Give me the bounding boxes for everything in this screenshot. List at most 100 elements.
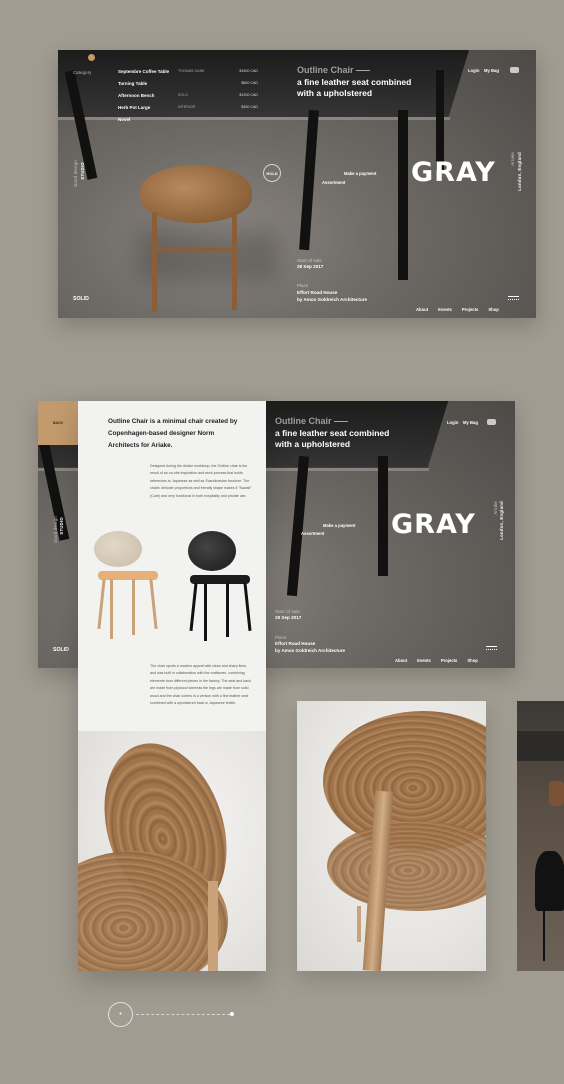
table-leg	[398, 110, 408, 280]
place-value: Effort Road House	[297, 290, 338, 295]
nav-link-about[interactable]: About	[416, 307, 428, 312]
closeup-tile	[297, 701, 486, 971]
menu-dot-icon[interactable]	[88, 54, 95, 61]
closeup-chair-seat	[327, 821, 486, 911]
login-link[interactable]: Login	[447, 420, 458, 425]
table-leg	[436, 70, 444, 170]
menu-item[interactable]: Septembre Coffee Table THOMAS GANE $1500 C…	[118, 65, 258, 77]
right-vertical-2: London, England	[499, 501, 504, 540]
right-vertical-text: Ariake	[510, 152, 515, 166]
left-vertical-1: Good design	[73, 160, 78, 188]
menu-item[interactable]: Novel	[118, 113, 258, 125]
signature-icon	[508, 296, 519, 300]
chair-black-seat	[190, 575, 250, 584]
nav-link-events[interactable]: Events	[438, 307, 452, 312]
chair-black-leg	[243, 583, 252, 631]
chair-beige-leg	[110, 579, 113, 639]
table-leg	[299, 109, 319, 251]
assortment-link[interactable]: Assortment	[322, 180, 345, 185]
chair-leg	[152, 212, 157, 312]
footer-nav: About Events Projects Shop	[406, 298, 499, 316]
lead-line-1: a fine leather seat combined	[297, 77, 412, 87]
hold-button[interactable]: HOLD	[263, 164, 281, 182]
left-vertical-1: Good design	[53, 516, 58, 544]
chair-beige-leg	[97, 579, 106, 629]
menu-item-name: Herb Pot Large	[118, 104, 151, 110]
pager-end-dot[interactable]	[230, 1012, 234, 1016]
back-button[interactable]: BACK	[38, 401, 78, 445]
bag-icon[interactable]	[487, 419, 496, 425]
menu-item-price: $300 CAD	[241, 105, 258, 109]
title-dash	[334, 421, 348, 422]
lead-line-2: with a upholstered	[275, 439, 351, 449]
nav-link-events[interactable]: Events	[417, 658, 431, 663]
edge-tile	[517, 701, 564, 971]
intro-text: Outline Chair is a minimal chair created…	[108, 418, 238, 449]
login-link[interactable]: Login	[468, 68, 479, 73]
my-bag-link[interactable]: My Bag	[463, 420, 478, 425]
pager-track	[136, 1014, 230, 1015]
brand-logo[interactable]: SOLID	[73, 296, 89, 302]
chair-black-leg	[226, 583, 229, 637]
right-vertical-2: London, England	[517, 152, 522, 191]
table-leg	[378, 456, 388, 576]
floor-shadow	[138, 230, 278, 280]
chair-black-image	[184, 531, 254, 646]
right-vertical-text-2: London, England	[517, 152, 522, 191]
lead-text: a fine leather seat combined with a upho…	[275, 428, 389, 450]
menu-label: Category	[73, 70, 92, 75]
menu-item-price: $1500 CAD	[239, 69, 258, 73]
chair-leg	[157, 248, 233, 251]
right-vertical-1: Ariake	[493, 501, 498, 515]
ghost-title: Outline Chair	[275, 416, 332, 426]
lead-line-1: a fine leather seat combined	[275, 428, 390, 438]
make-payment-link[interactable]: Make a payment	[344, 171, 376, 176]
architect-value: by Amos Goldreich Architecture	[275, 648, 346, 653]
edge-tile-chair	[535, 851, 564, 911]
date-value: 28 Sep 2017	[297, 264, 324, 269]
brand-logo[interactable]: SOLID	[53, 647, 69, 653]
right-vertical-text-2: London, England	[499, 501, 504, 540]
lead-line-2: with a upholstered	[297, 88, 373, 98]
footer-nav: About Events Projects Shop	[385, 649, 478, 667]
menu-item-price: $800 CAD	[241, 81, 258, 85]
menu-item[interactable]: Herb Pot Large INTERIOR $300 CAD	[118, 101, 258, 113]
chair-black-back	[188, 531, 236, 571]
architect-value: by Amos Goldreich Architecture	[297, 297, 368, 302]
menu-item-category: THOMAS GANE	[178, 69, 205, 73]
menu-item-name: Novel	[118, 116, 131, 122]
left-vertical-text-2: STUDIO	[59, 517, 64, 535]
nav-link-projects[interactable]: Projects	[462, 307, 479, 312]
menu-item-category: SOLD	[178, 93, 188, 97]
pager-current-dot: •	[119, 1011, 122, 1018]
menu-item-price: $1200 CAD	[239, 93, 258, 97]
chair-beige-image	[92, 531, 162, 646]
menu-item-name: Turning Table	[118, 80, 148, 86]
nav-link-shop[interactable]: Shop	[488, 307, 498, 312]
signature-icon	[486, 646, 497, 650]
menu-item[interactable]: Turning Table $800 CAD	[118, 77, 258, 89]
back-label: BACK	[52, 421, 64, 425]
edge-tile-table	[517, 731, 564, 761]
nav-link-projects[interactable]: Projects	[441, 658, 458, 663]
date-value: 28 Sep 2017	[275, 615, 302, 620]
title-dash	[356, 70, 370, 71]
assortment-link[interactable]: Assortment	[301, 531, 324, 536]
pager-current-circle[interactable]: •	[108, 1002, 133, 1027]
nav-link-about[interactable]: About	[395, 658, 407, 663]
place-label: Place	[297, 283, 309, 288]
description-para-1: Designed during the Ariake workshop, the…	[150, 464, 252, 498]
place-label: Place	[275, 635, 287, 640]
wood-chair-closeup-image	[78, 731, 266, 971]
chair-beige-leg	[149, 579, 158, 629]
bag-icon[interactable]	[510, 67, 519, 73]
right-vertical-1: Ariake	[510, 152, 515, 166]
menu-item[interactable]: Afternoon Bench SOLD $1200 CAD	[118, 89, 258, 101]
menu-item-name: Afternoon Bench	[118, 92, 155, 98]
nav-link-shop[interactable]: Shop	[467, 658, 477, 663]
right-vertical-text: Ariake	[493, 501, 498, 515]
make-payment-link[interactable]: Make a payment	[323, 523, 355, 528]
my-bag-link[interactable]: My Bag	[484, 68, 499, 73]
menu-item-category: INTERIOR	[178, 105, 196, 109]
place-value: Effort Road House	[275, 641, 316, 646]
